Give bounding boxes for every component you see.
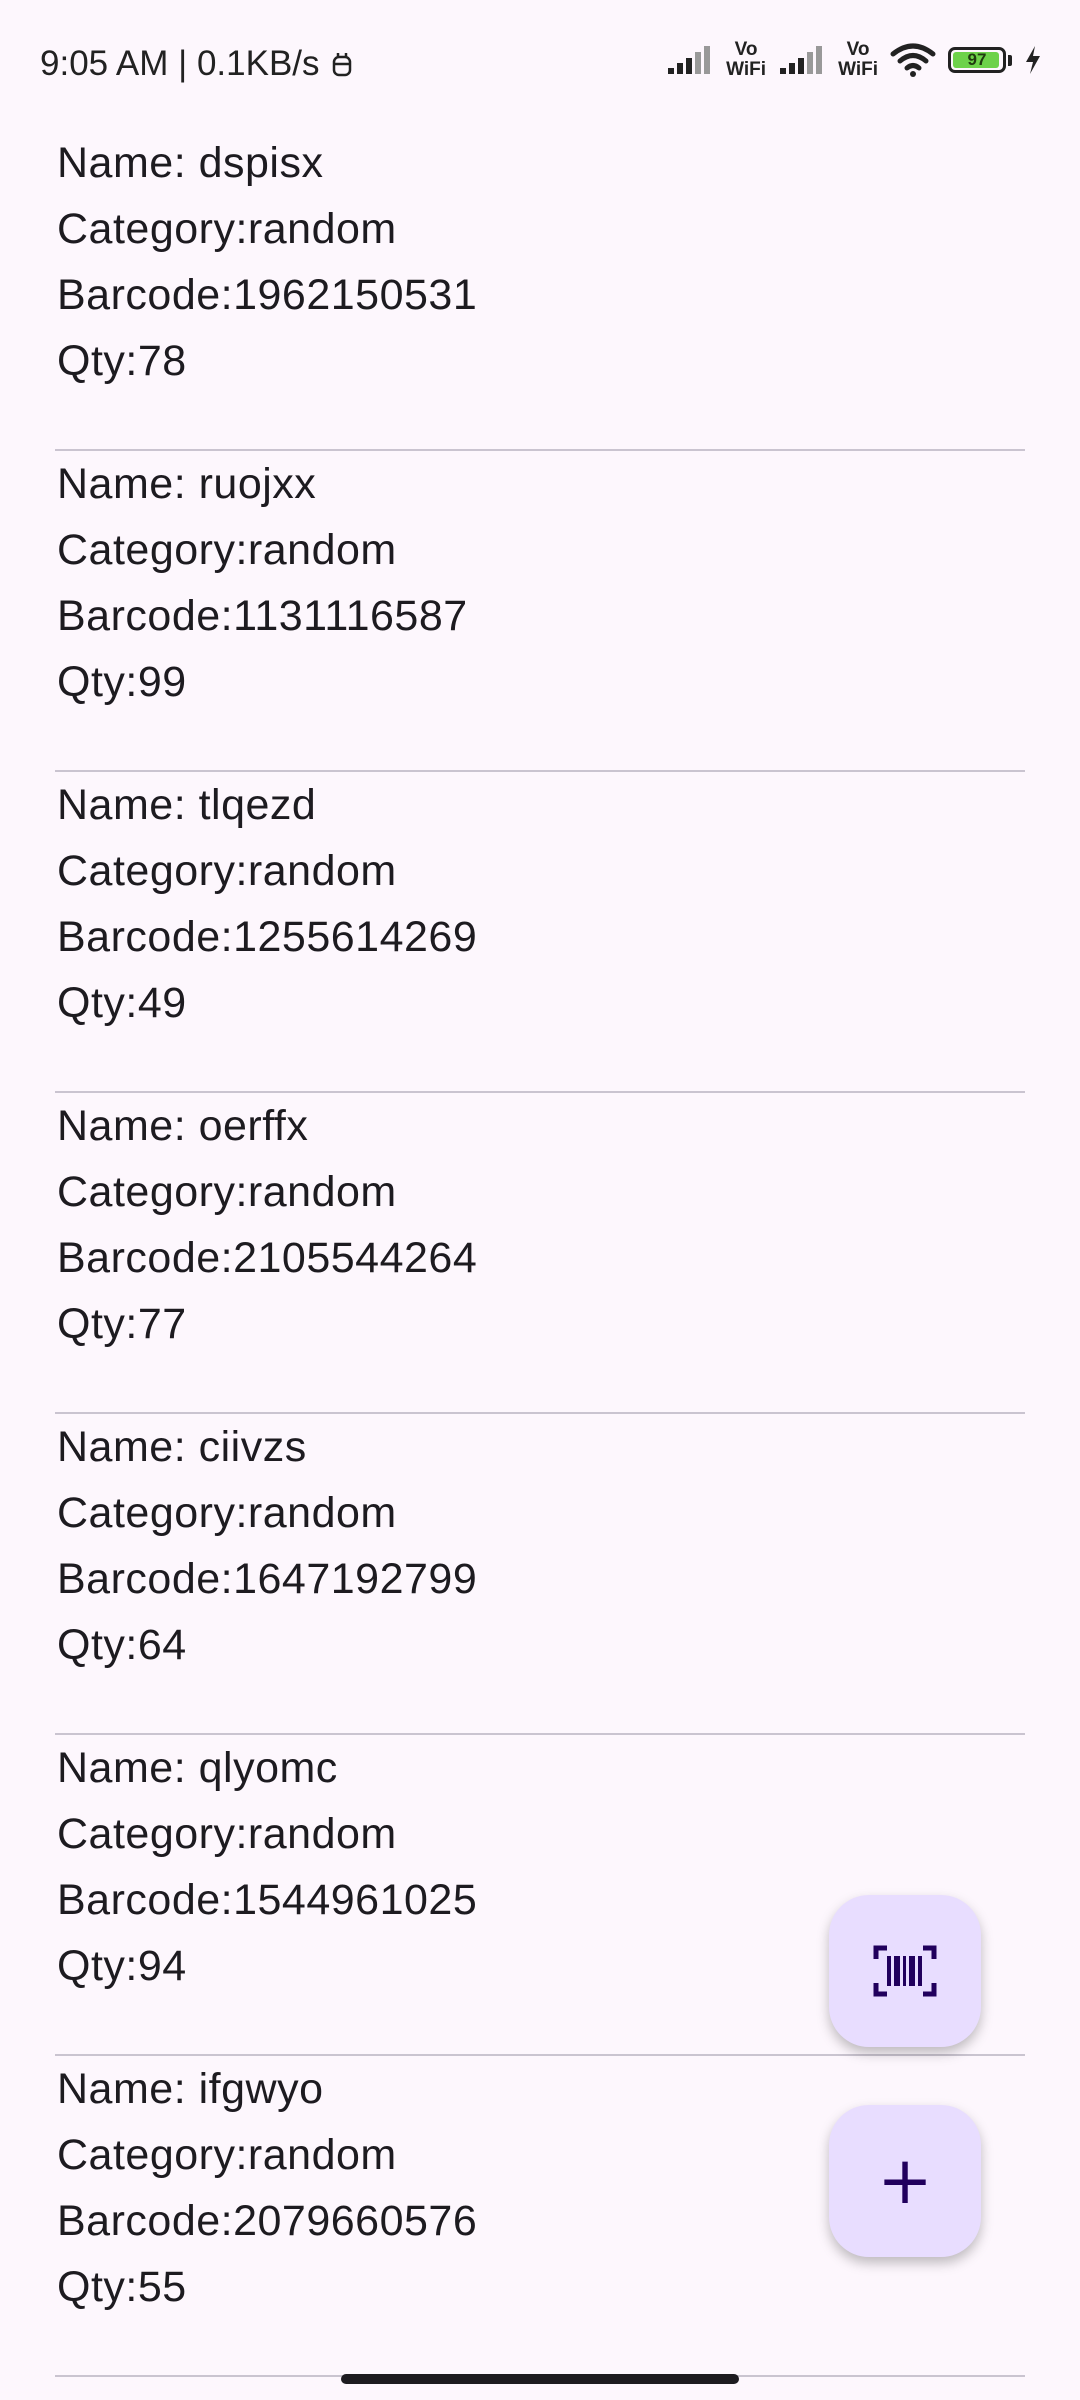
charging-bolt-icon — [1026, 46, 1040, 74]
list-item[interactable]: Name: ruojxx Category:random Barcode:113… — [0, 451, 1080, 772]
plus-icon: + — [877, 2142, 933, 2219]
list-item[interactable]: Name: dspisx Category:random Barcode:196… — [0, 130, 1080, 451]
item-barcode: Barcode:2105544264 — [57, 1234, 478, 1282]
cell-signal-icon — [668, 46, 711, 74]
item-category: Category:random — [57, 847, 397, 895]
vowifi-label-1: Vo WiFi — [726, 39, 767, 80]
item-name: Name: oerffx — [57, 1102, 309, 1150]
item-qty: Qty:78 — [57, 337, 187, 385]
home-indicator[interactable] — [341, 2374, 739, 2384]
item-barcode: Barcode:1131116587 — [57, 592, 468, 640]
item-qty: Qty:49 — [57, 979, 187, 1027]
item-name: Name: dspisx — [57, 139, 324, 187]
battery-level: 97 — [967, 50, 987, 69]
item-category: Category:random — [57, 1168, 397, 1216]
item-category: Category:random — [57, 205, 397, 253]
item-qty: Qty:55 — [57, 2263, 187, 2311]
list-item[interactable]: Name: tlqezd Category:random Barcode:125… — [0, 772, 1080, 1093]
item-qty: Qty:99 — [57, 658, 187, 706]
item-name: Name: tlqezd — [57, 781, 317, 829]
status-bar: 9:05 AM | 0.1KB/s Vo WiFi Vo WiFi 97 — [0, 0, 1080, 130]
wifi-icon — [890, 43, 936, 77]
item-name: Name: qlyomc — [57, 1744, 338, 1792]
status-time-speed: 9:05 AM | 0.1KB/s — [40, 44, 320, 83]
vowifi-label-2: Vo WiFi — [838, 39, 878, 80]
cell-signal-icon-2 — [780, 46, 823, 74]
item-category: Category:random — [57, 1489, 397, 1537]
list-item[interactable]: Name: ciivzs Category:random Barcode:164… — [0, 1414, 1080, 1735]
list-item[interactable]: Name: oerffx Category:random Barcode:210… — [0, 1093, 1080, 1414]
battery-cap — [1008, 54, 1012, 66]
item-qty: Qty:77 — [57, 1300, 187, 1348]
status-right: Vo WiFi Vo WiFi 97 — [666, 40, 1042, 80]
item-barcode: Barcode:1962150531 — [57, 271, 478, 319]
item-barcode: Barcode:1255614269 — [57, 913, 478, 961]
item-name: Name: ciivzs — [57, 1423, 307, 1471]
status-left: 9:05 AM | 0.1KB/s — [40, 44, 354, 84]
barcode-scan-icon — [873, 1945, 937, 1997]
add-item-button[interactable]: + — [829, 2105, 981, 2257]
notification-icon — [332, 53, 351, 77]
scan-barcode-button[interactable] — [829, 1895, 981, 2047]
item-barcode: Barcode:1647192799 — [57, 1555, 478, 1603]
item-name: Name: ruojxx — [57, 460, 317, 508]
item-category: Category:random — [57, 526, 397, 574]
item-category: Category:random — [57, 1810, 397, 1858]
battery-icon: 97 — [948, 47, 1006, 73]
item-qty: Qty:64 — [57, 1621, 187, 1669]
